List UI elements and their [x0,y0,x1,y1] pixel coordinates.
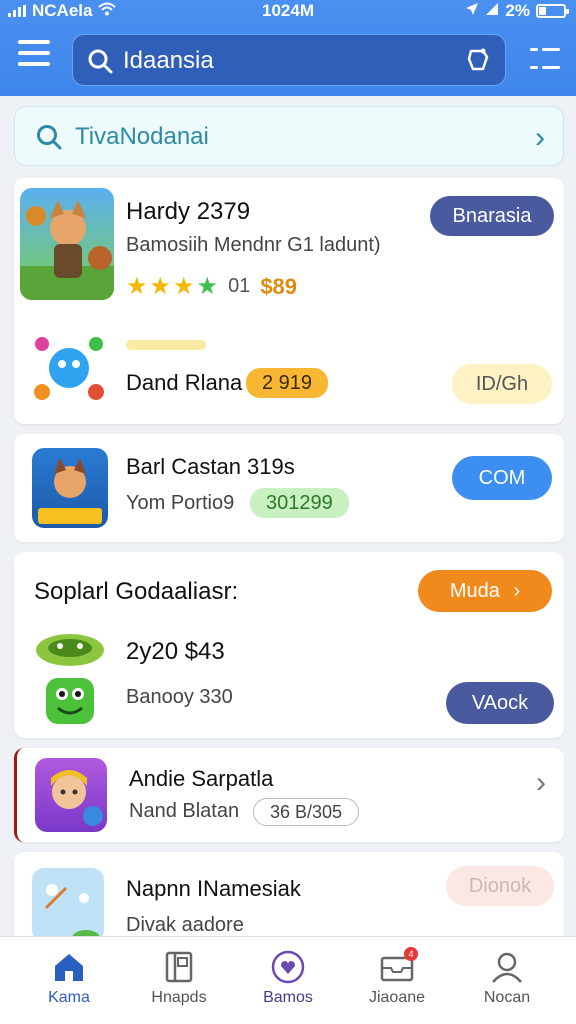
nav-label: Jiaoane [368,989,426,1006]
rating-row: ★ ★ ★ ★ 01 $89 [126,272,297,301]
star-icon: ★ [149,273,172,300]
star-icon: ★ [126,273,148,300]
nav-item-profile[interactable]: Nocan [462,945,552,1007]
chevron-right-icon: › [535,121,545,154]
nav-label: Nocan [483,989,531,1006]
app-subtitle: Yom Portio9 [126,492,235,514]
primary-action-button[interactable]: COM [452,456,552,500]
primary-action-button[interactable]: Dionok [446,866,554,906]
search-icon [35,123,63,156]
status-bar: NCAela 1024M 2% [0,0,576,22]
version-badge: 36 B/305 [253,798,360,826]
quick-search-label: TivaNodanai [75,123,209,150]
app-title: Andie Sarpatla [129,766,274,791]
game-icon [20,188,114,300]
primary-action-button[interactable]: Bnarasia [430,196,554,236]
game-icon [32,330,106,406]
cellular-icon [485,1,499,21]
section-title: Soplarl Godaaliasr: [34,578,239,605]
app-title: Napnn INamesiak [126,876,301,901]
search-bar[interactable]: Idaansia [72,34,506,86]
wifi-icon [98,1,117,21]
nav-label: Kama [48,989,90,1006]
app-title: Dand Rlana [126,370,243,395]
home-icon [24,945,114,989]
nav-item-inbox[interactable]: 4 Jiaoane [352,945,442,1007]
chevron-right-icon: › [513,580,521,602]
clock: 1024M [262,1,314,20]
progress-bar [126,340,206,350]
inbox-icon: 4 [352,945,442,989]
promo-card: Soplarl Godaaliasr: Muda › 2y20 $43 Bano… [14,552,564,738]
app-title: Barl Castan 319s [126,454,295,479]
location-icon [465,1,479,21]
notification-badge: 4 [404,947,418,961]
battery-icon [536,4,569,18]
list-view-button[interactable] [530,44,560,70]
star-icon: ★ [173,273,195,300]
star-icon: ★ [196,273,219,300]
bottom-nav: Kama Hnapds Bamos 4 Jiaoane Nocan [0,936,576,1024]
price-text: $89 [260,273,298,299]
app-subtitle: Nand Blatan [129,800,240,822]
nav-label: Bamos [263,989,313,1006]
app-subtitle: Divak aadore [126,914,244,936]
rating-text: 01 [228,275,251,297]
app-title: Hardy 2379 [126,198,251,225]
carrier-label: NCAela [32,1,93,20]
app-card[interactable]: Napnn INamesiak Divak aadore Dionok [14,852,564,942]
share-icon[interactable] [463,45,493,80]
search-input[interactable]: Idaansia [123,47,214,75]
app-card[interactable]: Andie Sarpatla Nand Blatan 36 B/305 › [14,748,564,842]
profile-icon [462,945,552,989]
quick-search-bar[interactable]: TivaNodanai › [14,106,564,166]
signal-icon [8,5,26,17]
app-card[interactable]: Barl Castan 319s Yom Portio9 301299 COM [14,434,564,542]
game-icon [40,676,100,726]
menu-button[interactable] [18,40,52,72]
book-icon [134,945,224,989]
more-button[interactable]: Muda › [418,570,552,612]
nav-item-favorites[interactable]: Bamos [243,945,333,1007]
nav-item-library[interactable]: Hnapds [134,945,224,1007]
count-badge: 301299 [250,488,349,518]
count-badge: 2 919 [246,368,329,398]
game-icon [35,758,107,832]
app-subtitle: Bamosiih Mendnr G1 ladunt) [126,234,381,256]
game-icon [32,448,108,528]
game-icon [32,868,104,942]
nav-label: Hnapds [151,989,207,1006]
heart-circle-icon [243,945,333,989]
game-icon [34,626,106,672]
secondary-action-button[interactable]: VAock [446,682,554,724]
app-header: NCAela 1024M 2% Idaansia [0,0,576,96]
more-button-label: Muda [449,580,500,602]
chevron-right-icon[interactable]: › [536,766,546,800]
price-line: 2y20 $43 [126,638,225,665]
search-icon [87,48,113,79]
subtitle-line: Banooy 330 [126,686,233,708]
app-card[interactable]: Hardy 2379 Bamosiih Mendnr G1 ladunt) ★ … [14,178,564,424]
nav-item-home[interactable]: Kama [24,945,114,1007]
battery-percent: 2% [505,1,530,20]
secondary-action-button[interactable]: ID/Gh [452,364,552,404]
